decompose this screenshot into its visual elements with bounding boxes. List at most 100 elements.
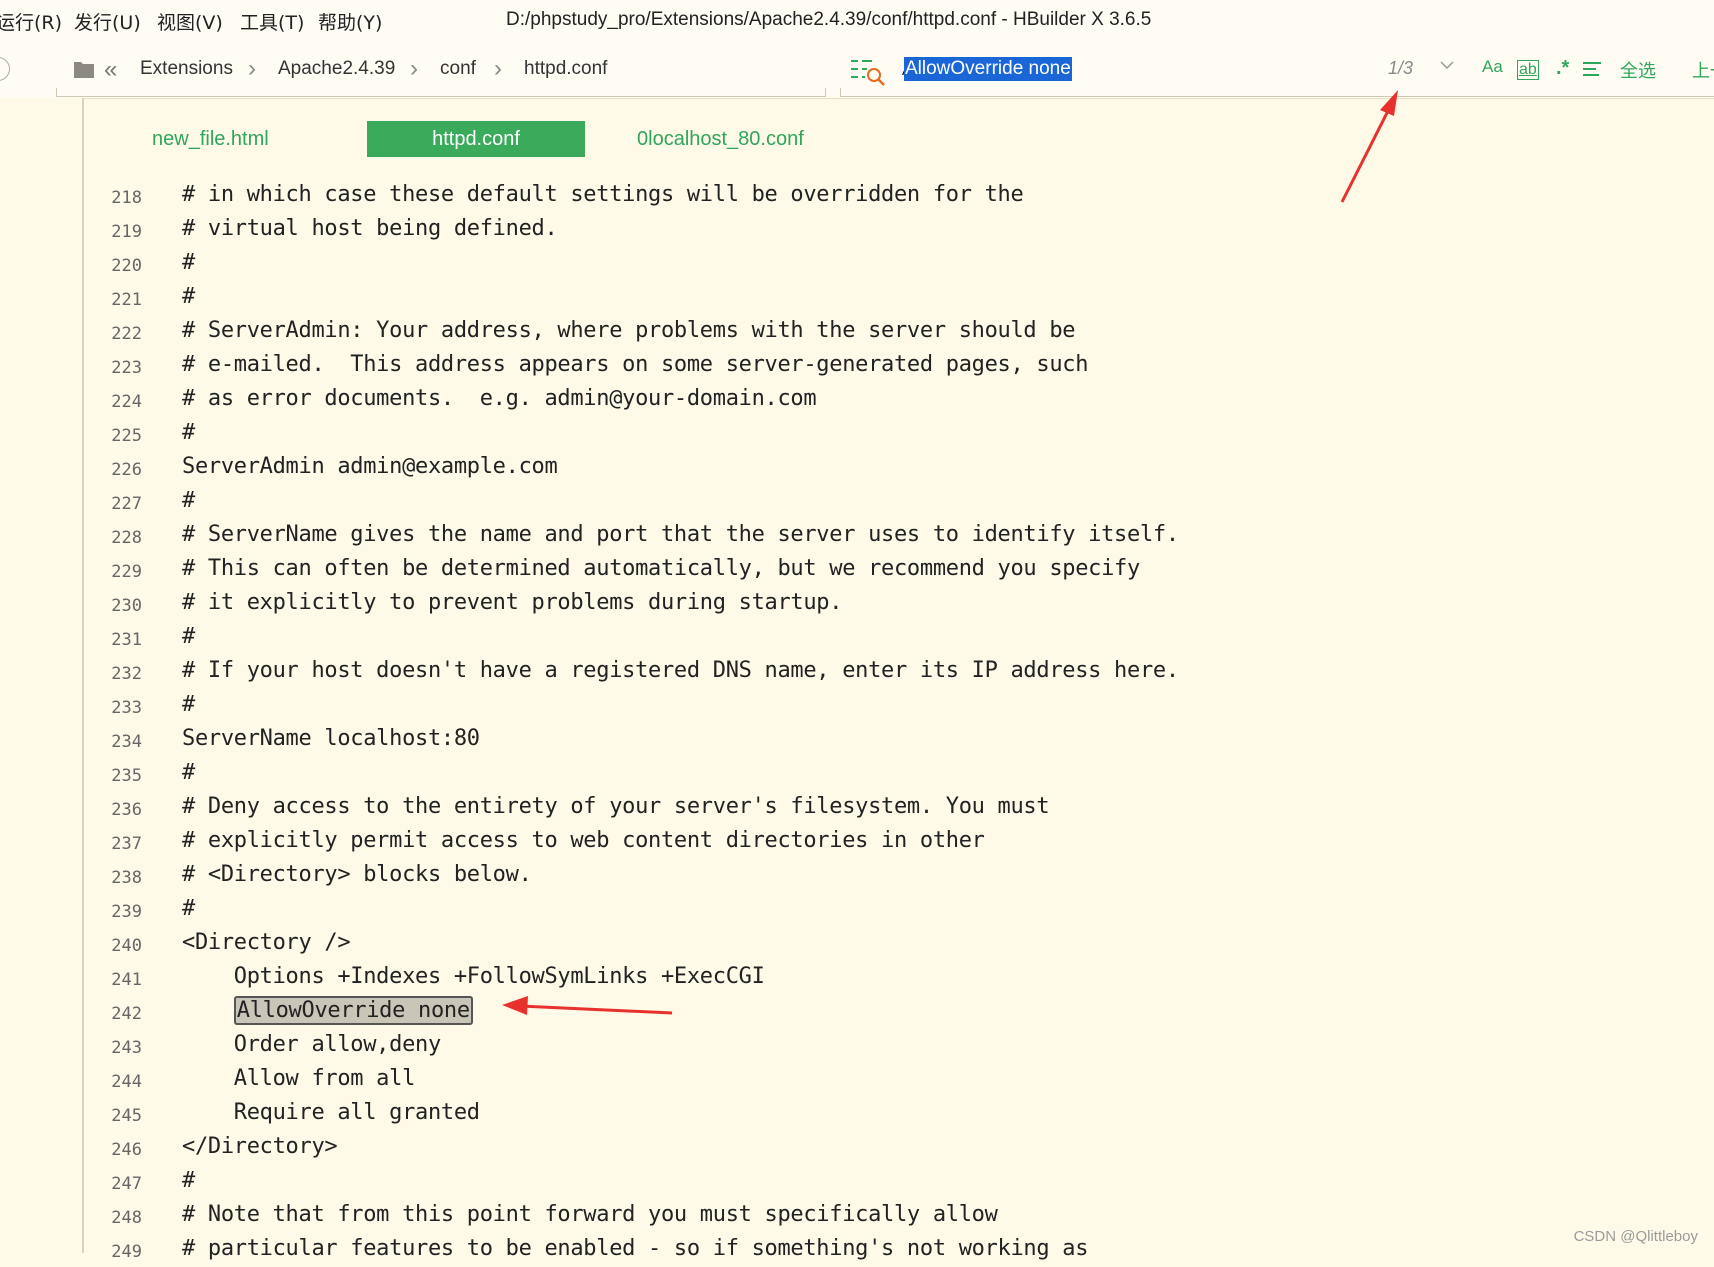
code-editor[interactable]: 218 # in which case these default setting…	[0, 179, 1714, 1267]
line-number: 233	[111, 698, 142, 718]
find-input-selected-text: AllowOverride none	[904, 57, 1072, 81]
line-number: 230	[111, 596, 142, 616]
code-line[interactable]: 233 #	[0, 689, 1714, 723]
line-number: 221	[111, 290, 142, 310]
code-line[interactable]: 218 # in which case these default setting…	[0, 179, 1714, 213]
line-text-content: # explicitly permit access to web conten…	[182, 828, 985, 853]
code-line[interactable]: 223 # e-mailed. This address appears on s…	[0, 349, 1714, 383]
double-chevron-left-icon[interactable]: «	[104, 58, 117, 82]
line-number: 218	[111, 188, 142, 208]
code-line[interactable]: 226 ServerAdmin admin@example.com	[0, 451, 1714, 485]
menu-help[interactable]: 帮助(Y)	[318, 8, 382, 35]
breadcrumb-item-apache[interactable]: Apache2.4.39	[278, 58, 395, 80]
code-line[interactable]: 228 # ServerName gives the name and port …	[0, 519, 1714, 553]
line-text-content: # ServerName gives the name and port tha…	[182, 522, 1179, 547]
folder-icon[interactable]	[74, 60, 94, 78]
line-text: # particular features to be enabled - so…	[182, 1236, 1088, 1261]
code-line[interactable]: 221 #	[0, 281, 1714, 315]
line-text: # This can often be determined automatic…	[182, 556, 1140, 581]
line-number: 219	[111, 222, 142, 242]
code-line[interactable]: 236 # Deny access to the entirety of your…	[0, 791, 1714, 825]
find-previous-button[interactable]: 上一	[1692, 57, 1714, 83]
line-text: ServerName localhost:80	[182, 726, 480, 751]
line-text-content: Options +Indexes +FollowSymLinks +ExecCG…	[182, 964, 765, 989]
regex-button[interactable]: .*	[1556, 57, 1569, 80]
line-text-content: # it explicitly to prevent problems duri…	[182, 590, 843, 615]
line-number: 234	[111, 732, 142, 752]
code-line[interactable]: 241 Options +Indexes +FollowSymLinks +Ex…	[0, 961, 1714, 995]
code-line[interactable]: 248 # Note that from this point forward y…	[0, 1199, 1714, 1233]
line-text: #	[182, 760, 195, 785]
menu-tools[interactable]: 工具(T)	[240, 8, 304, 35]
code-line[interactable]: 237 # explicitly permit access to web con…	[0, 825, 1714, 859]
tab-new-file-html[interactable]: new_file.html	[152, 121, 269, 157]
code-line[interactable]: 245 Require all granted	[0, 1097, 1714, 1131]
line-text-content: # This can often be determined automatic…	[182, 556, 1140, 581]
code-line[interactable]: 220 #	[0, 247, 1714, 281]
line-text: #	[182, 624, 195, 649]
line-text-content: # <Directory> blocks below.	[182, 862, 532, 887]
code-line[interactable]: 249 # particular features to be enabled -…	[0, 1233, 1714, 1267]
breadcrumb-item-extensions[interactable]: Extensions	[140, 58, 233, 80]
line-number: 227	[111, 494, 142, 514]
line-number: 237	[111, 834, 142, 854]
line-text-content: #	[182, 488, 195, 513]
match-case-button[interactable]: Aa	[1482, 57, 1503, 77]
line-text-content: #	[182, 624, 195, 649]
line-text: #	[182, 284, 195, 309]
code-line[interactable]: 229 # This can often be determined automa…	[0, 553, 1714, 587]
find-in-list-icon[interactable]	[850, 56, 886, 86]
menu-run[interactable]: 运行(R)	[0, 8, 62, 35]
select-all-button[interactable]: 全选	[1620, 57, 1656, 83]
code-line[interactable]: 222 # ServerAdmin: Your address, where pr…	[0, 315, 1714, 349]
code-line[interactable]: 230 # it explicitly to prevent problems d…	[0, 587, 1714, 621]
line-text: # as error documents. e.g. admin@your-do…	[182, 386, 817, 411]
line-number: 242	[111, 1004, 142, 1024]
code-line[interactable]: 239 #	[0, 893, 1714, 927]
tab-0localhost-80-conf[interactable]: 0localhost_80.conf	[637, 121, 804, 157]
code-line[interactable]: 234 ServerName localhost:80	[0, 723, 1714, 757]
code-line[interactable]: 247 #	[0, 1165, 1714, 1199]
whole-word-button[interactable]: ab	[1517, 60, 1539, 80]
code-line[interactable]: 225 #	[0, 417, 1714, 451]
line-number: 236	[111, 800, 142, 820]
code-line[interactable]: 242 AllowOverride none	[0, 995, 1714, 1029]
line-number: 243	[111, 1038, 142, 1058]
line-number: 222	[111, 324, 142, 344]
code-line[interactable]: 235 #	[0, 757, 1714, 791]
chevron-down-icon[interactable]	[1440, 60, 1454, 70]
watermark: CSDN @Qlittleboy	[1573, 1228, 1698, 1245]
breadcrumb-item-httpd[interactable]: httpd.conf	[524, 58, 607, 80]
code-line[interactable]: 232 # If your host doesn't have a registe…	[0, 655, 1714, 689]
line-text-content: # as error documents. e.g. admin@your-do…	[182, 386, 817, 411]
breadcrumb-item-conf[interactable]: conf	[440, 58, 476, 80]
menu-publish[interactable]: 发行(U)	[74, 8, 141, 35]
code-line[interactable]: 224 # as error documents. e.g. admin@your…	[0, 383, 1714, 417]
line-text-content: ServerAdmin admin@example.com	[182, 454, 558, 479]
line-number: 229	[111, 562, 142, 582]
code-line[interactable]: 238 # <Directory> blocks below.	[0, 859, 1714, 893]
code-line[interactable]: 240 <Directory />	[0, 927, 1714, 961]
tab-httpd-conf[interactable]: httpd.conf	[367, 121, 585, 157]
back-circle-icon[interactable]	[0, 57, 10, 81]
tab-label: 0localhost_80.conf	[637, 128, 804, 150]
line-text: # e-mailed. This address appears on some…	[182, 352, 1088, 377]
line-text: #	[182, 692, 195, 717]
tab-label: httpd.conf	[432, 128, 520, 150]
line-number: 240	[111, 936, 142, 956]
code-line[interactable]: 227 #	[0, 485, 1714, 519]
code-line[interactable]: 231 #	[0, 621, 1714, 655]
line-number: 231	[111, 630, 142, 650]
line-text: Order allow,deny	[182, 1032, 441, 1057]
line-text: <Directory />	[182, 930, 351, 955]
menu-view[interactable]: 视图(V)	[157, 8, 223, 35]
line-text: #	[182, 1168, 195, 1193]
code-line[interactable]: 244 Allow from all	[0, 1063, 1714, 1097]
line-number: 248	[111, 1208, 142, 1228]
code-line[interactable]: 219 # virtual host being defined.	[0, 213, 1714, 247]
align-lines-icon[interactable]	[1582, 60, 1602, 78]
code-line[interactable]: 246 </Directory>	[0, 1131, 1714, 1165]
line-number: 246	[111, 1140, 142, 1160]
code-line[interactable]: 243 Order allow,deny	[0, 1029, 1714, 1063]
line-text: ServerAdmin admin@example.com	[182, 454, 558, 479]
